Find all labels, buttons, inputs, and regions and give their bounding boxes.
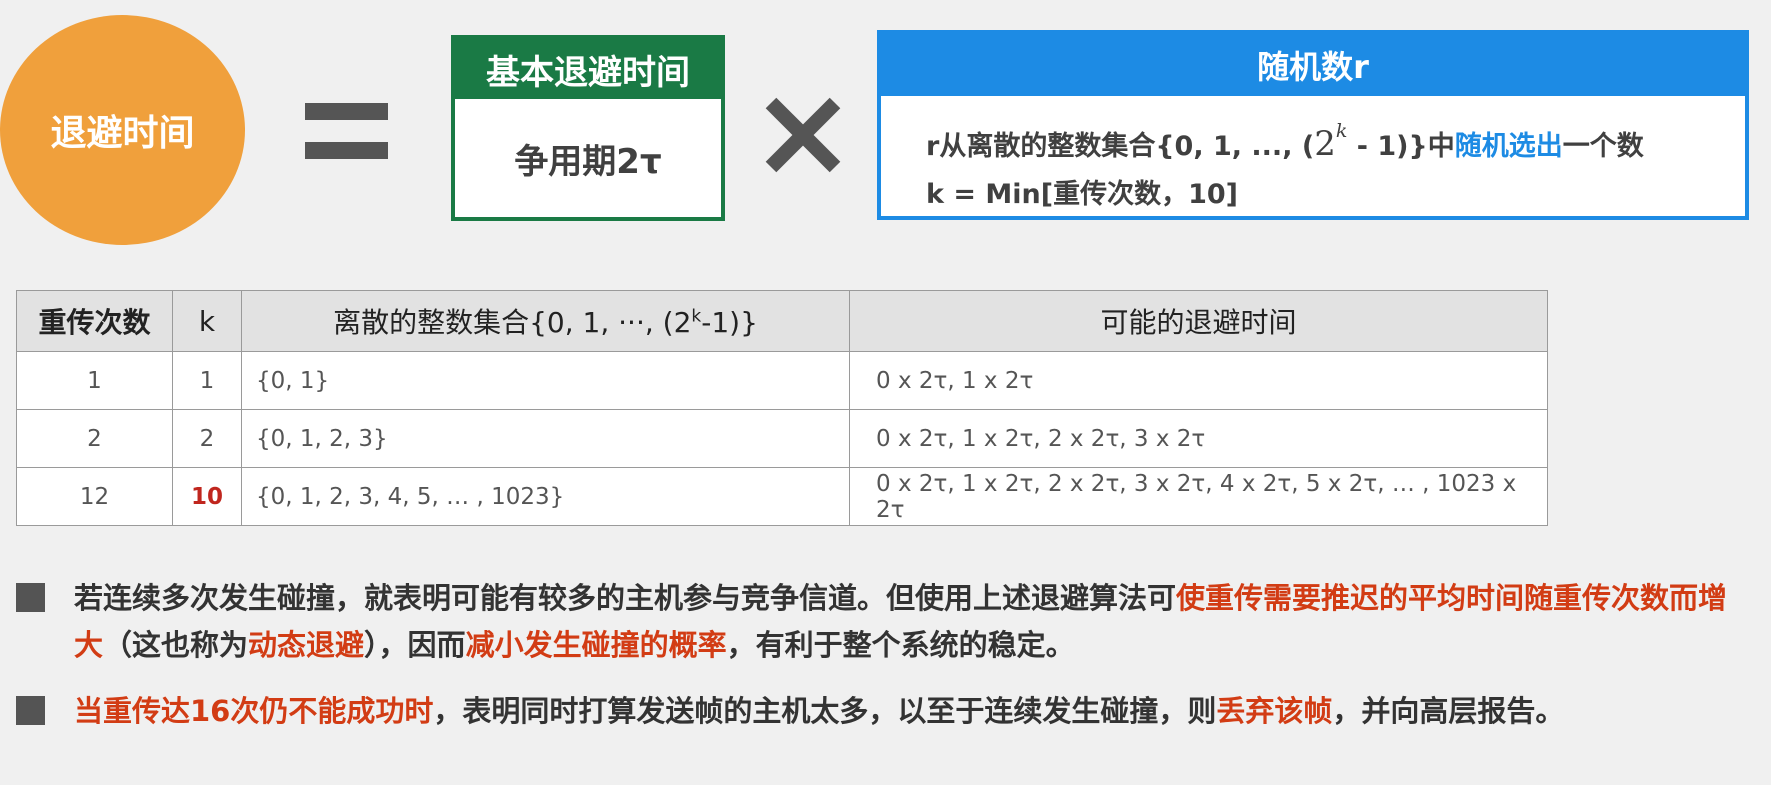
header-k: k xyxy=(172,290,242,352)
k-definition: k = Min[重传次数，10] xyxy=(926,179,1238,210)
multiply-icon xyxy=(763,95,843,175)
cell-times: 0 x 2τ, 1 x 2τ, 2 x 2τ, 3 x 2τ xyxy=(849,409,1548,468)
bullet-text: 当重传达16次仍不能成功时，表明同时打算发送帧的主机太多，以至于连续发生碰撞，则… xyxy=(74,694,1565,728)
backoff-table: 重传次数 k 离散的整数集合{0, 1, ···, (2k-1)} 可能的退避时… xyxy=(16,290,1548,526)
table-row: 12 10 {0, 1, 2, 3, 4, 5, … , 1023} 0 x 2… xyxy=(16,467,1548,526)
header-set: 离散的整数集合{0, 1, ···, (2k-1)} xyxy=(241,290,850,352)
cell-k: 1 xyxy=(172,351,242,410)
random-number-definition: r从离散的整数集合{0, 1, ..., (2k - 1)}中随机选出一个数 xyxy=(926,120,1644,164)
base-backoff-box: 基本退避时间 争用期2τ xyxy=(451,35,725,221)
cell-times: 0 x 2τ, 1 x 2τ, 2 x 2τ, 3 x 2τ, 4 x 2τ, … xyxy=(849,467,1548,526)
table-row: 1 1 {0, 1} 0 x 2τ, 1 x 2τ xyxy=(16,351,1548,410)
header-retries: 重传次数 xyxy=(16,290,173,352)
header-times: 可能的退避时间 xyxy=(849,290,1548,352)
table-row: 2 2 {0, 1, 2, 3} 0 x 2τ, 1 x 2τ, 2 x 2τ,… xyxy=(16,409,1548,468)
backoff-time-circle: 退避时间 xyxy=(0,15,245,245)
cell-k: 2 xyxy=(172,409,242,468)
cell-set: {0, 1, 2, 3} xyxy=(241,409,850,468)
table-header-row: 重传次数 k 离散的整数集合{0, 1, ···, (2k-1)} 可能的退避时… xyxy=(16,290,1548,352)
random-number-box: 随机数r r从离散的整数集合{0, 1, ..., (2k - 1)}中随机选出… xyxy=(877,30,1749,220)
cell-set: {0, 1, 2, 3, 4, 5, … , 1023} xyxy=(241,467,850,526)
cell-set: {0, 1} xyxy=(241,351,850,410)
base-backoff-title: 基本退避时间 xyxy=(455,39,721,99)
random-number-title: 随机数r xyxy=(881,34,1745,96)
bullet-text: 若连续多次发生碰撞，就表明可能有较多的主机参与竞争信道。但使用上述退避算法可使重… xyxy=(74,581,1728,662)
cell-retries: 12 xyxy=(16,467,173,526)
cell-k-capped: 10 xyxy=(172,467,242,526)
cell-times: 0 x 2τ, 1 x 2τ xyxy=(849,351,1548,410)
backoff-time-label: 退避时间 xyxy=(50,113,195,154)
cell-retries: 2 xyxy=(16,409,173,468)
random-select-highlight: 随机选出 xyxy=(1454,131,1563,162)
base-backoff-content: 争用期2τ xyxy=(514,141,662,182)
cell-retries: 1 xyxy=(16,351,173,410)
equals-sign xyxy=(305,103,388,159)
bullet-square-icon xyxy=(16,583,45,612)
bullet-square-icon xyxy=(16,696,45,725)
